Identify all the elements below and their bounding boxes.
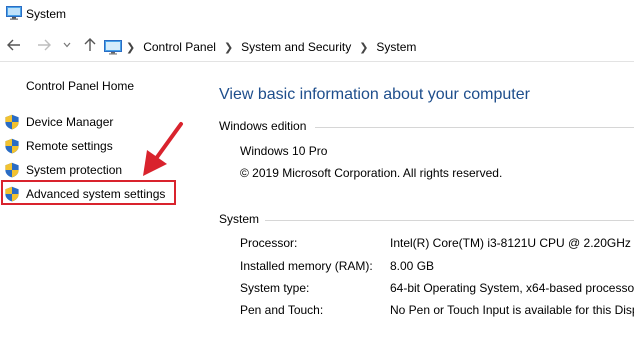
section-divider (265, 220, 634, 221)
navigation-bar: ❯ Control Panel ❯ System and Security ❯ … (0, 32, 634, 60)
breadcrumb: ❯ Control Panel ❯ System and Security ❯ … (104, 36, 422, 58)
highlight-box (1, 180, 176, 205)
sidebar-item-label: Device Manager (26, 115, 114, 129)
chevron-down-icon (63, 42, 71, 48)
breadcrumb-system-and-security[interactable]: System and Security (241, 40, 351, 54)
forward-arrow-icon (38, 39, 51, 51)
uac-shield-icon (5, 162, 19, 178)
breadcrumb-control-panel[interactable]: Control Panel (143, 40, 216, 54)
processor-label: Processor: (240, 236, 298, 250)
memory-label: Installed memory (RAM): (240, 259, 373, 273)
sidebar-item-remote-settings[interactable]: Remote settings (4, 137, 113, 155)
sidebar-item-system-protection[interactable]: System protection (4, 161, 122, 179)
breadcrumb-separator-icon: ❯ (223, 41, 234, 54)
uac-shield-icon (5, 138, 19, 154)
control-panel-home-link[interactable]: Control Panel Home (26, 79, 134, 93)
up-button[interactable] (82, 37, 98, 53)
windows-edition-title: Windows edition (219, 119, 307, 133)
sidebar-item-label: System protection (26, 163, 123, 177)
back-arrow-icon (7, 39, 20, 51)
breadcrumb-system[interactable]: System (376, 40, 416, 54)
section-divider (315, 127, 634, 128)
main-content: View basic information about your comput… (219, 62, 634, 337)
pen-touch-value: No Pen or Touch Input is available for t… (390, 303, 634, 317)
forward-button[interactable] (36, 37, 52, 53)
recent-locations-button[interactable] (62, 37, 72, 53)
page-title: View basic information about your comput… (219, 86, 530, 103)
back-button[interactable] (6, 37, 22, 53)
system-monitor-icon (6, 6, 22, 20)
uac-shield-icon (5, 114, 19, 130)
pen-touch-label: Pen and Touch: (240, 303, 324, 317)
red-arrow-icon (143, 122, 183, 176)
window-title: System (26, 7, 67, 21)
sidebar-item-label: Remote settings (26, 139, 113, 153)
system-section-title: System (219, 212, 260, 226)
processor-value: Intel(R) Core(TM) i3-8121U CPU @ 2.20GHz… (390, 236, 634, 250)
system-type-value: 64-bit Operating System, x64-based proce… (390, 281, 634, 295)
edition-copyright: © 2019 Microsoft Corporation. All rights… (240, 166, 503, 180)
breadcrumb-separator-icon: ❯ (126, 41, 136, 54)
memory-value: 8.00 GB (390, 259, 435, 273)
system-type-label: System type: (240, 281, 310, 295)
control-panel-icon (104, 39, 122, 55)
edition-name: Windows 10 Pro (240, 144, 328, 158)
up-arrow-icon (84, 38, 96, 51)
breadcrumb-separator-icon: ❯ (359, 41, 369, 54)
sidebar-item-device-manager[interactable]: Device Manager (4, 113, 113, 131)
title-bar: System (0, 0, 634, 28)
